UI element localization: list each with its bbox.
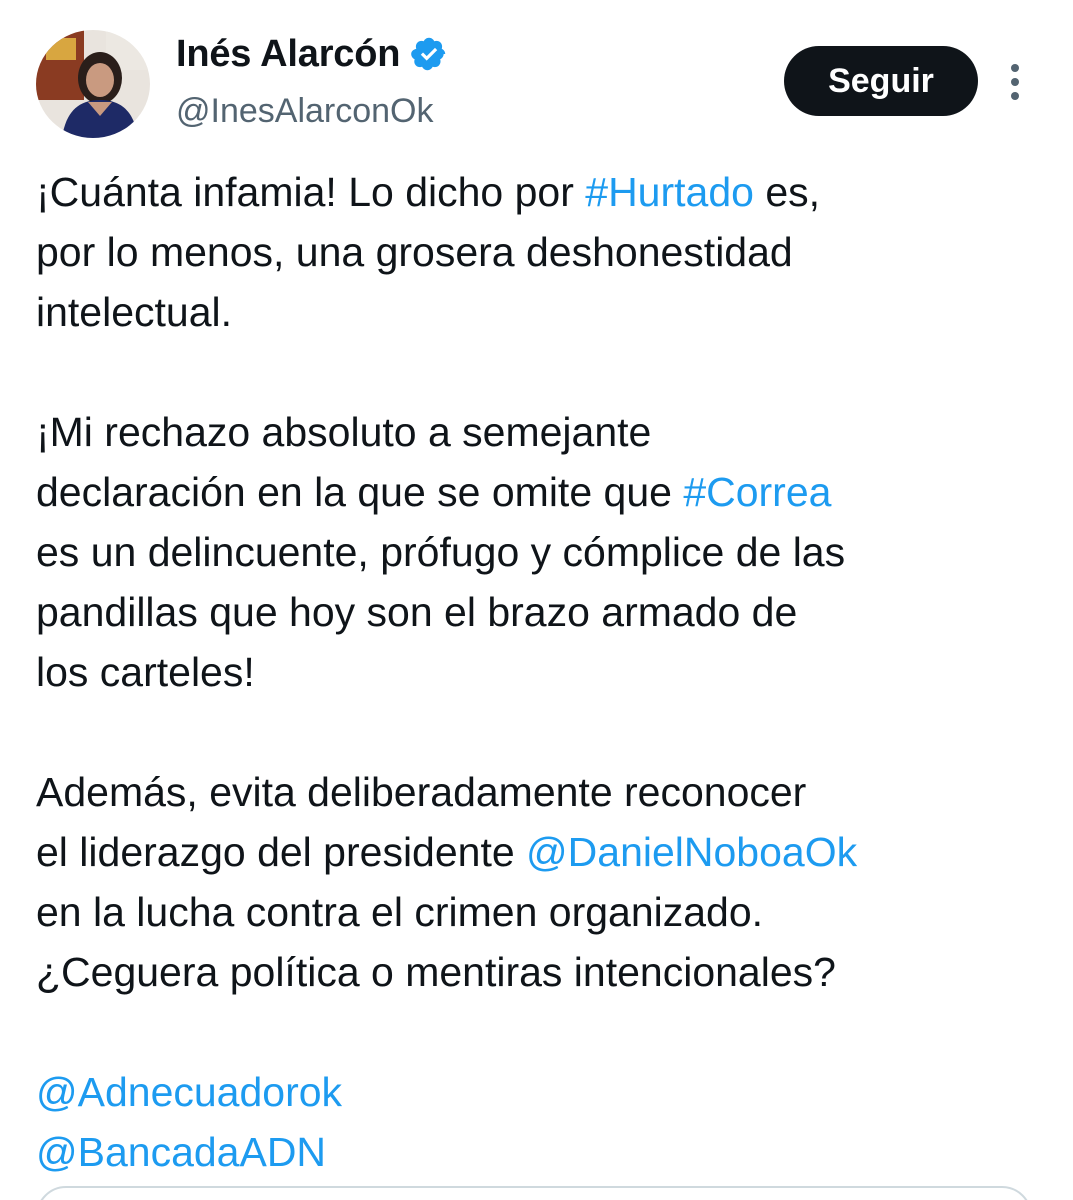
- tweet-line: declaración en la que se omite que #Corr…: [36, 462, 1056, 522]
- hashtag-link[interactable]: #Correa: [683, 469, 831, 515]
- tweet-line: Además, evita deliberadamente reconocer: [36, 769, 807, 815]
- avatar[interactable]: [36, 30, 150, 138]
- tweet-mentions: @Adnecuadorok @BancadaADN: [36, 1062, 1056, 1182]
- tweet-text-fragment: es,: [753, 169, 821, 215]
- embedded-card[interactable]: [36, 1186, 1032, 1200]
- hashtag-link[interactable]: #Hurtado: [585, 169, 754, 215]
- author-handle[interactable]: @InesAlarconOk: [176, 92, 434, 131]
- more-dot: [1011, 64, 1019, 72]
- tweet-paragraph-1: ¡Cuánta infamia! Lo dicho por #Hurtado e…: [36, 162, 1056, 342]
- tweet-line: ¡Cuánta infamia! Lo dicho por #Hurtado e…: [36, 162, 1056, 222]
- verified-badge-icon: [410, 35, 448, 73]
- tweet-line: ¿Ceguera política o mentiras intencional…: [36, 949, 836, 995]
- tweet-line: pandillas que hoy son el brazo armado de: [36, 589, 798, 635]
- mention-link[interactable]: @Adnecuadorok: [36, 1062, 1056, 1122]
- tweet-line: en la lucha contra el crimen organizado.: [36, 889, 764, 935]
- author-display-name[interactable]: Inés Alarcón: [176, 33, 400, 76]
- tweet: Inés Alarcón @InesAlarconOk Seguir ¡Cuán…: [0, 0, 1073, 1200]
- more-options-icon[interactable]: [1000, 60, 1030, 104]
- tweet-text-fragment: el liderazgo del presidente: [36, 829, 527, 875]
- profile-photo-icon: [36, 30, 150, 138]
- author-name-row: Inés Alarcón: [176, 30, 448, 78]
- tweet-paragraph-2: ¡Mi rechazo absoluto a semejante declara…: [36, 402, 1056, 702]
- more-dot: [1011, 78, 1019, 86]
- follow-button[interactable]: Seguir: [784, 46, 978, 116]
- mention-link[interactable]: @DanielNoboaOk: [526, 829, 857, 875]
- tweet-line: es un delincuente, prófugo y cómplice de…: [36, 529, 846, 575]
- tweet-line: por lo menos, una grosera deshonestidad: [36, 229, 793, 275]
- more-dot: [1011, 92, 1019, 100]
- tweet-line: ¡Mi rechazo absoluto a semejante: [36, 409, 652, 455]
- mention-link[interactable]: @BancadaADN: [36, 1122, 1056, 1182]
- tweet-paragraph-3: Además, evita deliberadamente reconocer …: [36, 762, 1056, 1002]
- tweet-text-fragment: ¡Cuánta infamia! Lo dicho por: [36, 169, 586, 215]
- tweet-text: ¡Cuánta infamia! Lo dicho por #Hurtado e…: [36, 162, 1056, 1182]
- tweet-line: intelectual.: [36, 289, 233, 335]
- tweet-text-fragment: declaración en la que se omite que: [36, 469, 684, 515]
- tweet-line: los carteles!: [36, 649, 255, 695]
- tweet-line: el liderazgo del presidente @DanielNoboa…: [36, 822, 1056, 882]
